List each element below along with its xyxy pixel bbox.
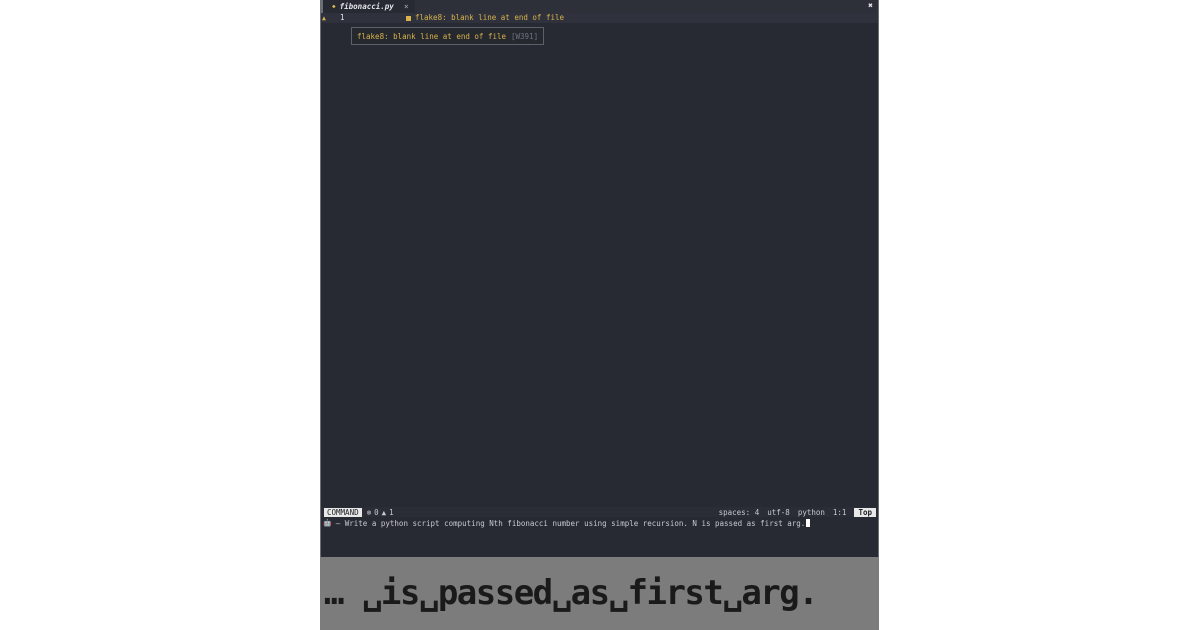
tab-bar: ◆ fibonacci.py × ✖ [321, 0, 878, 13]
tab-close-icon[interactable]: × [404, 2, 409, 11]
tooltip-code: [W391] [511, 31, 539, 41]
encoding[interactable]: utf-8 [767, 508, 790, 517]
prompt-input-text[interactable]: – Write a python script computing Nth fi… [336, 519, 806, 528]
tab-fibonacci-py[interactable]: ◆ fibonacci.py × [321, 0, 415, 13]
inline-diagnostic-message: flake8: blank line at end of file [415, 13, 565, 22]
filetype[interactable]: python [798, 508, 825, 517]
keystroke-overlay: … ␣is␣passed␣as␣first␣arg. [320, 557, 879, 630]
code-line-1[interactable]: ▲ 1 flake8: blank line at end of file [321, 13, 878, 23]
status-line: COMMAND ⊗ 0 ▲ 1 spaces: 4 utf-8 python 1… [321, 507, 878, 517]
indent-setting[interactable]: spaces: 4 [719, 508, 760, 517]
error-count: 0 [374, 507, 379, 517]
error-icon: ⊗ [366, 507, 372, 517]
command-line[interactable]: 🤖 – Write a python script computing Nth … [321, 518, 878, 528]
warning-count: 1 [389, 507, 394, 517]
cursor-position: 1:1 [832, 507, 847, 517]
keystroke-text: … ␣is␣passed␣as␣first␣arg. [324, 573, 819, 613]
mode-indicator: COMMAND [324, 507, 362, 517]
warning-icon: ▲ [381, 507, 387, 517]
tab-title: fibonacci.py [339, 2, 394, 11]
assistant-icon: 🤖 [323, 519, 332, 527]
status-right: spaces: 4 utf-8 python 1:1 Top [719, 507, 878, 517]
scroll-position: Top [854, 507, 876, 517]
editor-window: ◆ fibonacci.py × ✖ ▲ 1 flake8: blank lin… [320, 0, 879, 557]
modified-indicator-icon: ◆ [332, 3, 336, 10]
diagnostic-marker-icon [406, 15, 411, 21]
diagnostic-counts[interactable]: ⊗ 0 ▲ 1 [367, 508, 394, 517]
inline-diagnostic: flake8: blank line at end of file [406, 13, 564, 23]
window-close-icon[interactable]: ✖ [868, 1, 873, 10]
gutter-warning-icon[interactable]: ▲ [322, 13, 326, 23]
line-number: 1 [340, 13, 345, 22]
tooltip-message: flake8: blank line at end of file [357, 31, 507, 41]
text-cursor [806, 519, 811, 527]
diagnostic-tooltip: flake8: blank line at end of file [W391] [351, 27, 545, 45]
